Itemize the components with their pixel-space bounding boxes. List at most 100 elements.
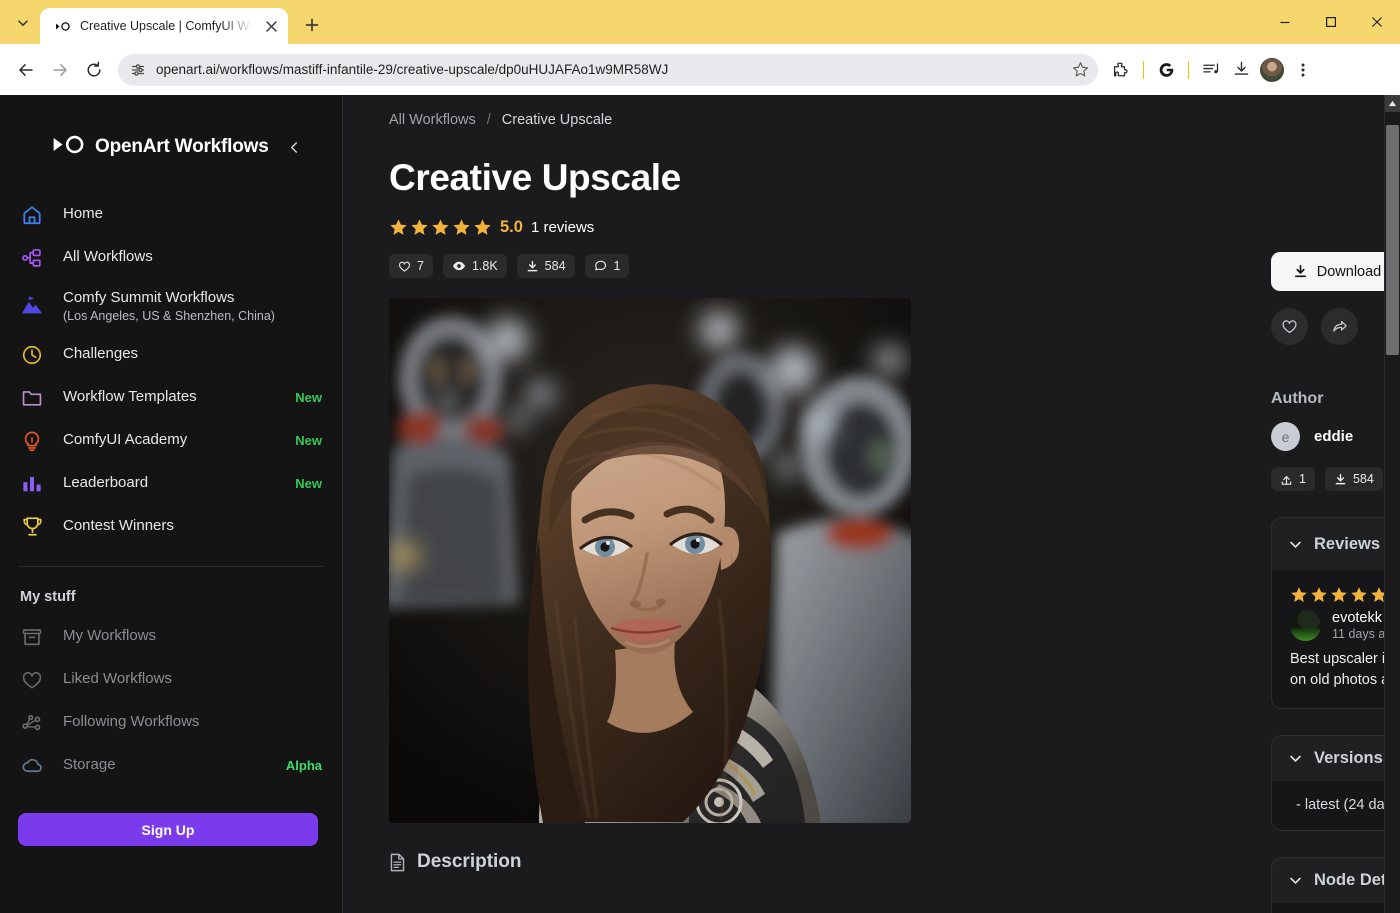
- sidebar-item-liked-workflows[interactable]: Liked Workflows: [0, 658, 342, 701]
- three-dot-menu-icon[interactable]: [1288, 55, 1318, 85]
- share-button[interactable]: [1321, 308, 1358, 345]
- window-maximize-button[interactable]: [1308, 2, 1354, 42]
- breadcrumb: All Workflows / Creative Upscale: [389, 109, 1400, 131]
- like-button[interactable]: [1271, 308, 1308, 345]
- chevron-left-icon: [288, 141, 301, 154]
- comment-icon: [594, 259, 608, 273]
- stat-value: 584: [1353, 472, 1374, 486]
- sidebar-item-label: Contest Winners: [63, 517, 174, 536]
- downloads-icon[interactable]: [1226, 55, 1256, 85]
- sidebar-item-badge: Alpha: [286, 758, 322, 773]
- sidebar-item-following-workflows[interactable]: Following Workflows: [0, 701, 342, 744]
- reload-button[interactable]: [78, 54, 110, 86]
- window-close-button[interactable]: [1354, 2, 1400, 42]
- sidebar-item-badge: New: [295, 476, 322, 491]
- window-minimize-button[interactable]: [1262, 2, 1308, 42]
- tab-strip: Creative Upscale | ComfyUI Wor: [0, 0, 1400, 44]
- chevron-down-icon[interactable]: [1288, 751, 1303, 766]
- stat-value: 1: [614, 259, 621, 273]
- rating-review-count: 1 reviews: [531, 219, 594, 236]
- rating-stars: [389, 218, 492, 237]
- star-filled-icon: [1310, 586, 1328, 604]
- chevron-down-icon[interactable]: [1288, 537, 1303, 552]
- sidebar-item-label: Workflow Templates: [63, 388, 197, 407]
- sidebar-collapse-button[interactable]: [288, 141, 301, 154]
- my-stuff-heading: My stuff: [0, 567, 342, 611]
- heart-icon: [18, 669, 46, 691]
- toolbar-divider: [1143, 61, 1144, 79]
- bookmark-button[interactable]: [1066, 56, 1094, 84]
- sidebar-item-label: Challenges: [63, 345, 138, 364]
- caret-up-icon: [1388, 100, 1397, 107]
- brand-header: OpenArt Workflows: [0, 131, 342, 163]
- cloud-icon: [18, 754, 46, 777]
- forward-arrow-icon: [51, 61, 69, 79]
- sidebar-item-all-workflows[interactable]: All Workflows: [0, 236, 342, 279]
- reviews-panel-header[interactable]: Reviews Add Review: [1272, 518, 1400, 570]
- close-icon: [266, 21, 277, 32]
- sidebar-item-label: Home: [63, 205, 103, 224]
- breadcrumb-current: Creative Upscale: [502, 112, 612, 128]
- heart-icon: [1281, 318, 1298, 335]
- stat-likes[interactable]: 7: [389, 254, 433, 278]
- stat-downloads[interactable]: 584: [517, 254, 575, 278]
- author-row[interactable]: e eddie: [1271, 422, 1400, 451]
- sidebar-item-badge: New: [295, 390, 322, 405]
- scrollbar-track[interactable]: [1385, 112, 1400, 896]
- page-content: OpenArt Workflows Home: [0, 95, 1400, 913]
- download-button-label: Download: [1317, 264, 1382, 280]
- breadcrumb-parent[interactable]: All Workflows: [389, 112, 476, 128]
- rating-row: 5.0 1 reviews: [389, 218, 1400, 237]
- extensions-puzzle-icon[interactable]: [1106, 55, 1136, 85]
- download-icon: [1334, 473, 1347, 486]
- sidebar-item-label: Comfy Summit Workflows: [63, 289, 275, 308]
- page-scrollbar[interactable]: [1384, 95, 1400, 913]
- tab-search-button[interactable]: [6, 6, 40, 40]
- sidebar-item-contest-winners[interactable]: Contest Winners: [0, 505, 342, 548]
- stat-views[interactable]: 1.8K: [443, 254, 507, 278]
- sidebar-item-leaderboard[interactable]: Leaderboard New: [0, 462, 342, 505]
- author-stats-row: 1 584 7 1.8K: [1271, 467, 1400, 491]
- sidebar-item-storage[interactable]: Storage Alpha: [0, 744, 342, 787]
- versions-panel-header[interactable]: Versions (1): [1272, 736, 1400, 781]
- stat-value: 1: [1299, 472, 1306, 486]
- mountain-flag-icon: [18, 294, 46, 318]
- sidebar: OpenArt Workflows Home: [0, 95, 343, 913]
- google-g-icon[interactable]: [1151, 55, 1181, 85]
- eye-icon: [452, 259, 466, 273]
- stat-comments[interactable]: 1: [585, 254, 630, 278]
- sidebar-item-label: Following Workflows: [63, 713, 199, 732]
- stat-value: 584: [545, 259, 566, 273]
- sign-up-button[interactable]: Sign Up: [18, 813, 318, 846]
- sidebar-item-workflow-templates[interactable]: Workflow Templates New: [0, 376, 342, 419]
- tab-close-button[interactable]: [260, 15, 282, 37]
- browser-tab[interactable]: Creative Upscale | ComfyUI Wor: [40, 8, 288, 44]
- reload-icon: [85, 61, 103, 79]
- forward-button[interactable]: [44, 54, 76, 86]
- sidebar-item-comfy-summit-workflows[interactable]: Comfy Summit Workflows (Los Angeles, US …: [0, 279, 342, 333]
- scroll-up-button[interactable]: [1385, 95, 1400, 112]
- star-filled-icon: [452, 218, 471, 237]
- sidebar-item-comfyui-academy[interactable]: ComfyUI Academy New: [0, 419, 342, 462]
- sidebar-item-challenges[interactable]: Challenges: [0, 333, 342, 376]
- media-playlist-icon[interactable]: [1196, 55, 1226, 85]
- profile-avatar[interactable]: [1260, 58, 1284, 82]
- page-info-icon[interactable]: [130, 62, 146, 78]
- scrollbar-thumb[interactable]: [1386, 125, 1399, 355]
- share-nodes-icon: [18, 712, 46, 734]
- sidebar-item-my-workflows[interactable]: My Workflows: [0, 615, 342, 658]
- back-button[interactable]: [10, 54, 42, 86]
- star-filled-icon: [431, 218, 450, 237]
- node-details-panel-header[interactable]: Node Details: [1272, 858, 1400, 903]
- sidebar-item-home[interactable]: Home: [0, 193, 342, 236]
- star-filled-icon: [473, 218, 492, 237]
- toolbar-divider: [1188, 61, 1189, 79]
- download-button[interactable]: Download: [1271, 252, 1400, 291]
- chevron-down-icon[interactable]: [1288, 873, 1303, 888]
- plus-icon: [305, 18, 319, 32]
- workflow-preview-image[interactable]: [389, 298, 911, 823]
- tab-title: Creative Upscale | ComfyUI Wor: [80, 19, 252, 33]
- sidebar-item-label: All Workflows: [63, 248, 153, 267]
- address-bar[interactable]: openart.ai/workflows/mastiff-infantile-2…: [118, 54, 1098, 86]
- new-tab-button[interactable]: [296, 9, 328, 41]
